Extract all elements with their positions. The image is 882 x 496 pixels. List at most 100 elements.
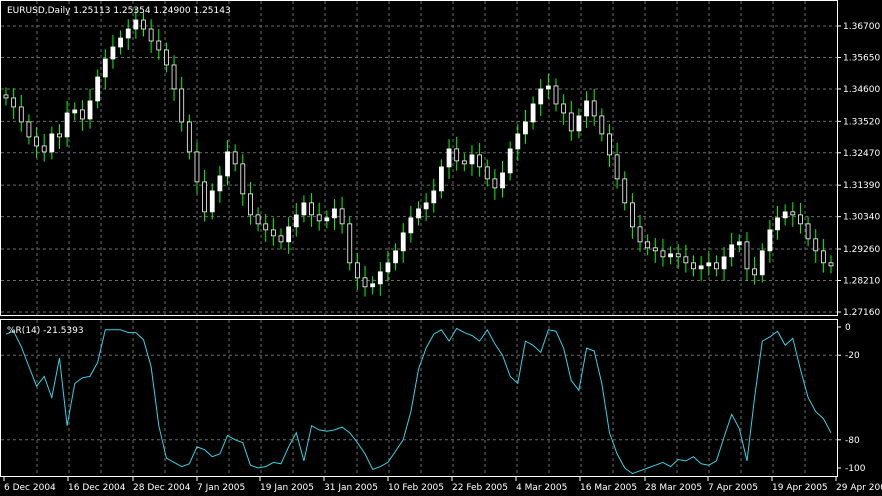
- candle[interactable]: [637, 214, 643, 252]
- price-pane[interactable]: EURUSD,Daily 1.25113 1.25354 1.24900 1.2…: [0, 0, 881, 319]
- candle[interactable]: [721, 247, 727, 281]
- candle[interactable]: [714, 255, 719, 277]
- candle[interactable]: [691, 255, 696, 277]
- candle[interactable]: [591, 88, 597, 126]
- candle[interactable]: [408, 205, 414, 243]
- candle[interactable]: [461, 153, 467, 172]
- candle[interactable]: [202, 169, 208, 222]
- candle[interactable]: [248, 181, 253, 225]
- candle[interactable]: [813, 229, 819, 263]
- candle[interactable]: [270, 217, 276, 246]
- candle[interactable]: [141, 12, 146, 37]
- candle[interactable]: [370, 276, 376, 295]
- candle[interactable]: [645, 234, 651, 256]
- candle[interactable]: [790, 202, 796, 227]
- candle[interactable]: [477, 142, 483, 177]
- candle[interactable]: [316, 202, 322, 231]
- candle[interactable]: [500, 160, 505, 198]
- candle[interactable]: [652, 238, 658, 263]
- candle[interactable]: [767, 220, 773, 263]
- candle[interactable]: [49, 126, 55, 160]
- candle[interactable]: [102, 49, 108, 89]
- candle[interactable]: [607, 124, 612, 167]
- candle[interactable]: [347, 216, 353, 271]
- candle[interactable]: [561, 94, 567, 125]
- candle[interactable]: [828, 255, 834, 274]
- candle[interactable]: [400, 223, 406, 263]
- candle[interactable]: [354, 253, 360, 290]
- candle[interactable]: [194, 142, 200, 194]
- candle[interactable]: [820, 238, 826, 273]
- candle[interactable]: [87, 88, 93, 129]
- candle[interactable]: [545, 73, 551, 99]
- candle[interactable]: [805, 216, 811, 247]
- candle[interactable]: [339, 196, 345, 234]
- candle[interactable]: [240, 154, 246, 206]
- indicator-pane[interactable]: %R(14) -21.5393 0 -20 -80 -100: [0, 319, 866, 477]
- candle[interactable]: [18, 94, 24, 132]
- candle[interactable]: [179, 76, 185, 132]
- candle[interactable]: [393, 243, 398, 271]
- candle[interactable]: [377, 262, 383, 296]
- candle[interactable]: [217, 166, 223, 203]
- candle[interactable]: [3, 87, 9, 106]
- candle[interactable]: [454, 136, 460, 171]
- candle[interactable]: [446, 139, 452, 179]
- candle[interactable]: [798, 202, 803, 234]
- candle[interactable]: [744, 232, 750, 281]
- candle-body-bear: [637, 226, 643, 243]
- candle[interactable]: [492, 169, 498, 200]
- candle[interactable]: [232, 144, 238, 172]
- candle[interactable]: [301, 195, 307, 223]
- candle[interactable]: [523, 109, 528, 144]
- candle[interactable]: [156, 28, 162, 60]
- candle[interactable]: [309, 193, 314, 227]
- candle[interactable]: [782, 204, 788, 226]
- candle[interactable]: [171, 55, 177, 101]
- candle[interactable]: [362, 265, 368, 297]
- candle[interactable]: [775, 205, 780, 240]
- candle[interactable]: [118, 30, 123, 55]
- candle[interactable]: [553, 78, 559, 112]
- candle[interactable]: [263, 214, 269, 242]
- candle[interactable]: [286, 217, 292, 254]
- candle[interactable]: [469, 145, 475, 176]
- candle[interactable]: [484, 159, 490, 187]
- candle[interactable]: [584, 91, 589, 128]
- candle[interactable]: [629, 193, 635, 239]
- candle[interactable]: [72, 102, 78, 121]
- candle[interactable]: [278, 228, 284, 250]
- candle[interactable]: [538, 79, 544, 116]
- candle[interactable]: [439, 159, 444, 199]
- candle[interactable]: [576, 108, 582, 139]
- candle[interactable]: [416, 201, 421, 226]
- candle[interactable]: [125, 19, 131, 50]
- candle[interactable]: [431, 178, 437, 213]
- candle[interactable]: [209, 183, 215, 220]
- candle[interactable]: [26, 114, 32, 145]
- candle[interactable]: [95, 69, 101, 109]
- candle[interactable]: [293, 202, 299, 237]
- candle[interactable]: [706, 250, 712, 276]
- candle[interactable]: [599, 108, 605, 142]
- candle[interactable]: [79, 100, 85, 131]
- candle[interactable]: [660, 238, 666, 267]
- candle[interactable]: [507, 141, 513, 181]
- candle-body-bull: [370, 283, 376, 288]
- indicator-label: -80: [845, 436, 860, 446]
- trading-chart[interactable]: EURUSD,Daily 1.25113 1.25354 1.24900 1.2…: [0, 0, 882, 496]
- candle[interactable]: [568, 100, 574, 141]
- candle[interactable]: [614, 142, 620, 189]
- candle[interactable]: [57, 124, 62, 149]
- candle[interactable]: [515, 124, 521, 161]
- candle[interactable]: [41, 133, 47, 162]
- candle[interactable]: [110, 34, 116, 69]
- candle[interactable]: [255, 207, 261, 232]
- candle[interactable]: [698, 256, 704, 281]
- candle[interactable]: [332, 199, 337, 230]
- candle[interactable]: [530, 96, 536, 130]
- candle[interactable]: [729, 232, 735, 267]
- candle[interactable]: [148, 19, 154, 53]
- candle[interactable]: [622, 171, 628, 211]
- candle[interactable]: [11, 88, 17, 119]
